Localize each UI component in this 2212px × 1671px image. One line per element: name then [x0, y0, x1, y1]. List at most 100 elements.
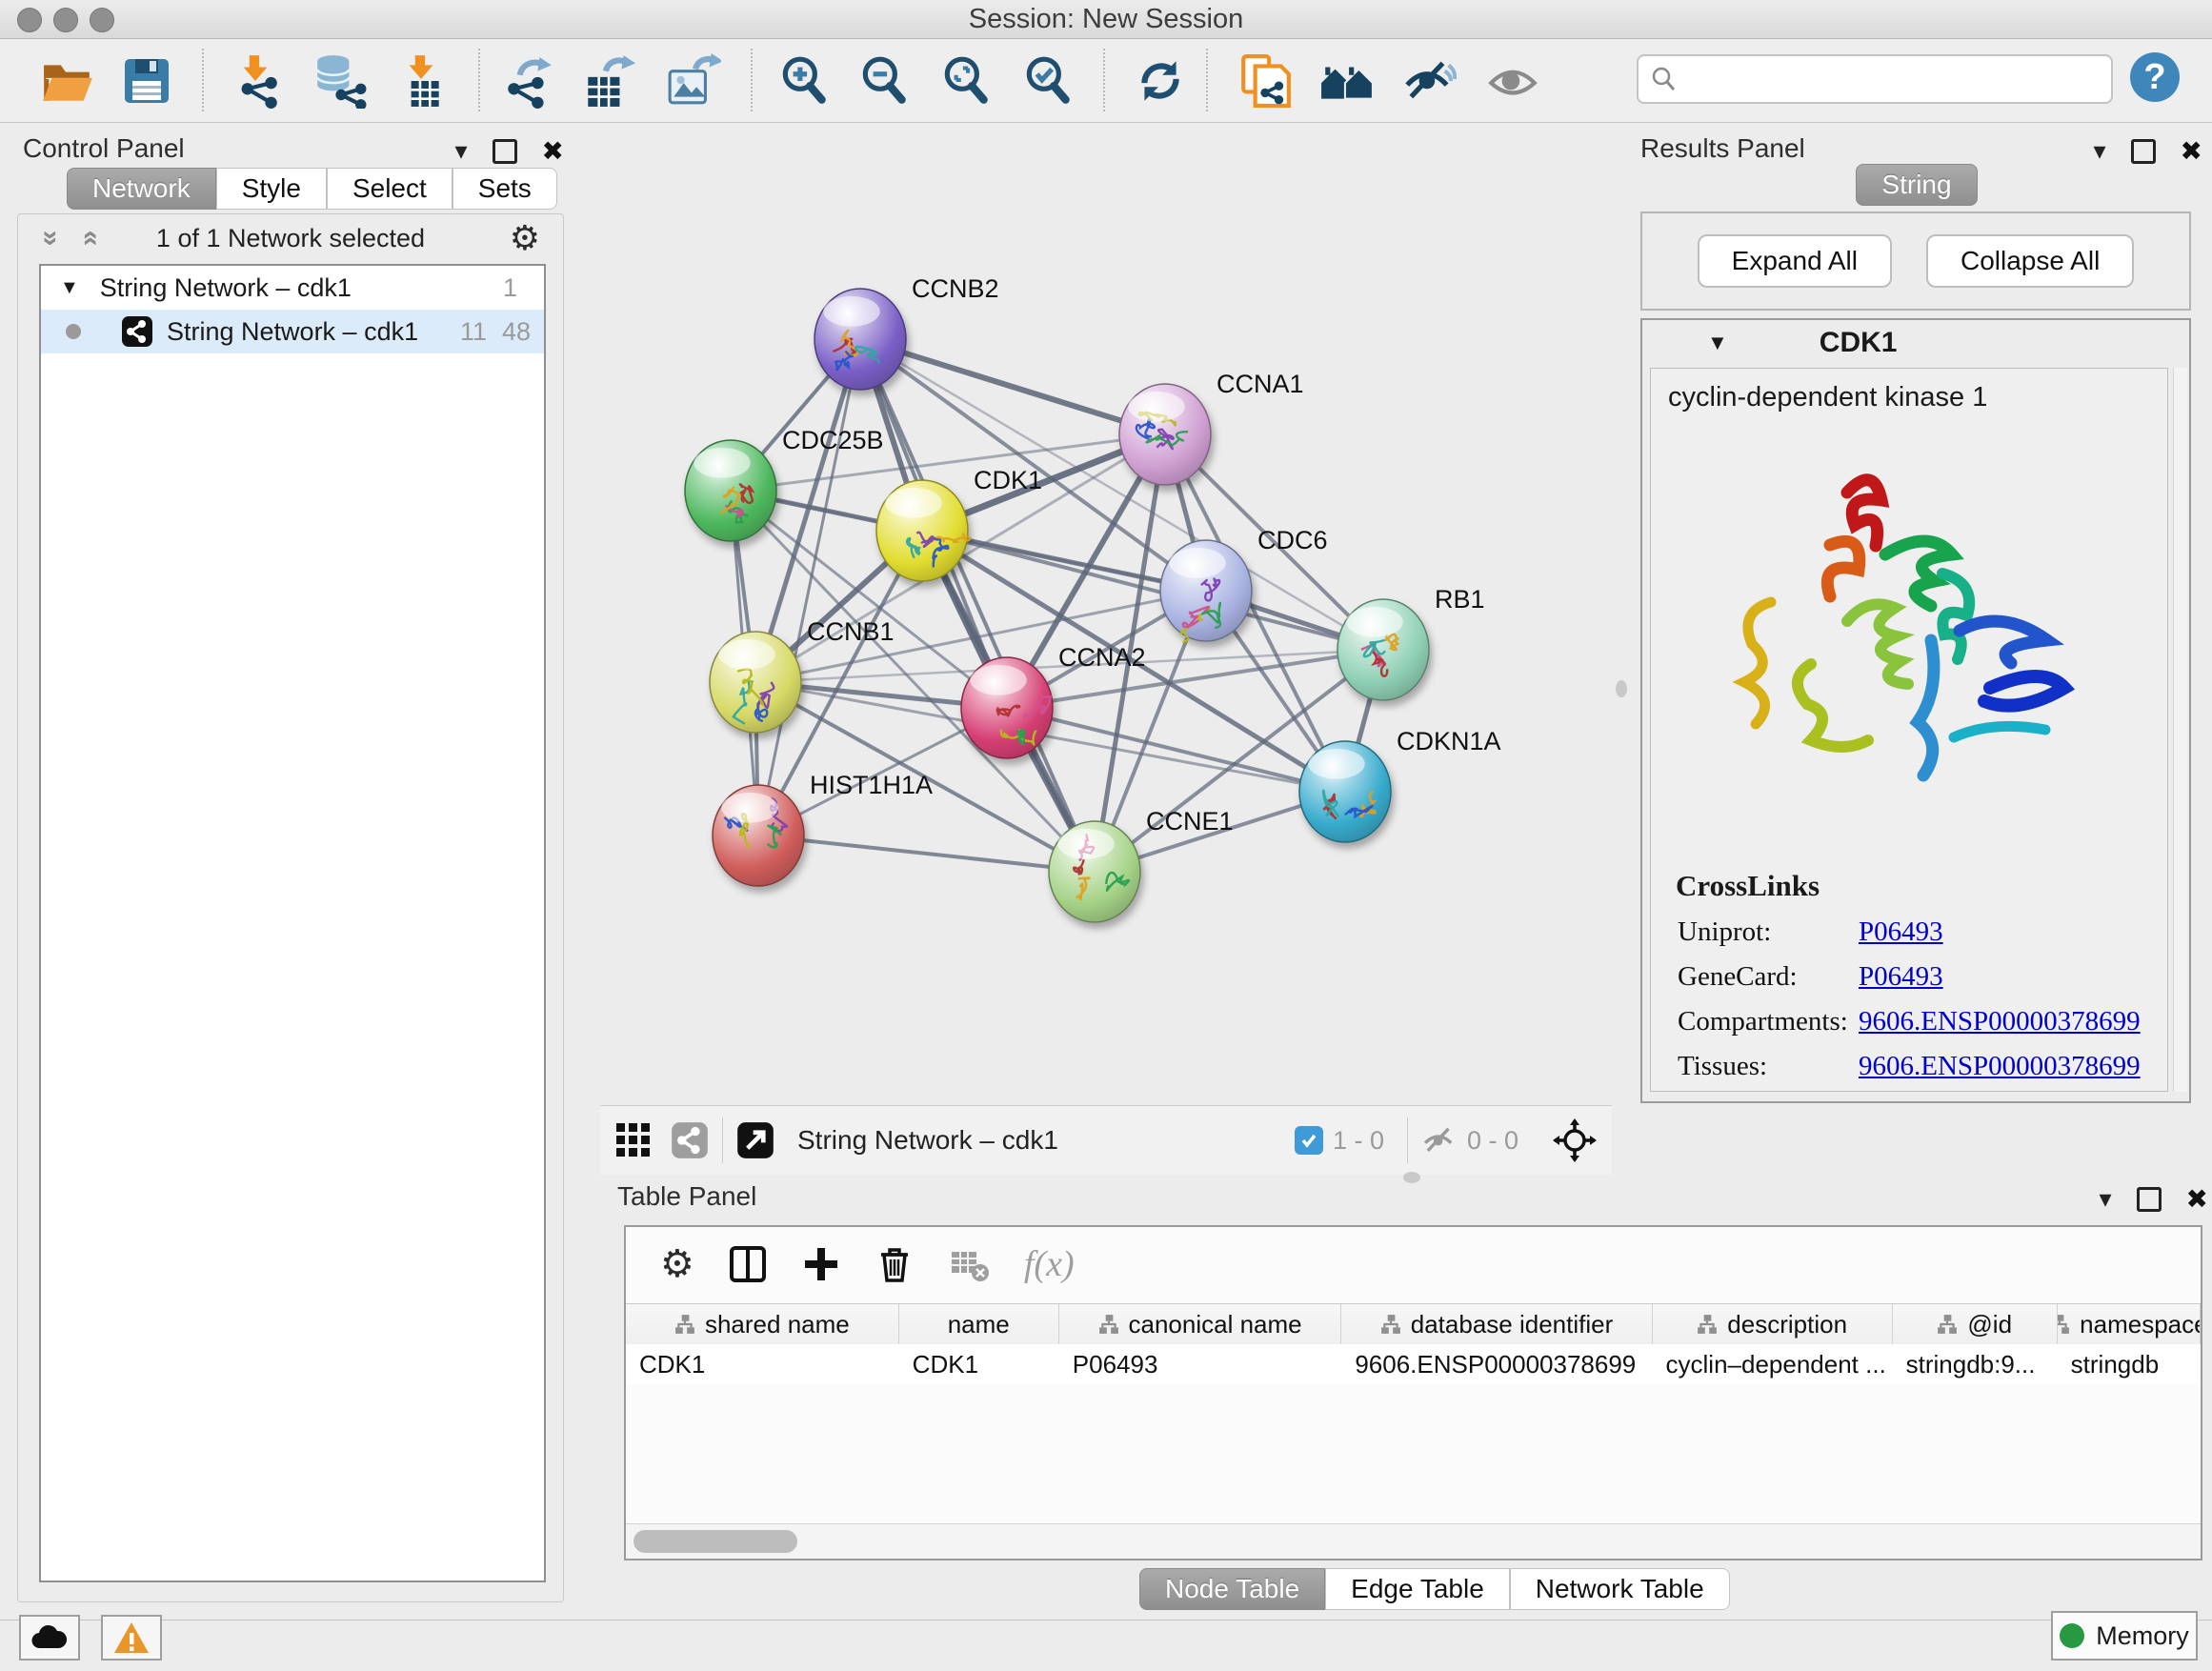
first-neighbors-button[interactable]	[1317, 50, 1377, 111]
column-header-database-identifier[interactable]: database identifier	[1341, 1304, 1652, 1344]
help-button[interactable]: ?	[2130, 52, 2180, 102]
tab-string[interactable]: String	[1856, 164, 1977, 206]
panel-float-icon[interactable]	[2131, 139, 2156, 164]
tab-sets[interactable]: Sets	[452, 168, 557, 210]
tab-edge-table[interactable]: Edge Table	[1325, 1568, 1510, 1610]
tab-select[interactable]: Select	[327, 168, 452, 210]
open-session-button[interactable]	[36, 50, 97, 111]
collapse-all-button[interactable]: Collapse All	[1926, 234, 2134, 288]
tab-network-table[interactable]: Network Table	[1510, 1568, 1730, 1610]
crosslink-link[interactable]: 9606.ENSP00000378699	[1859, 1051, 2141, 1082]
column-header-label: @id	[1967, 1310, 2012, 1339]
network-selection-summary: 1 of 1 Network selected	[18, 224, 563, 253]
hidden-eye-slash-icon	[1421, 1122, 1458, 1158]
network-node-CCNB1[interactable]: CCNB1	[710, 617, 895, 733]
node-gloss-highlight	[718, 639, 775, 670]
save-session-button[interactable]	[116, 50, 177, 111]
import-table-file-button[interactable]	[391, 50, 452, 111]
network-node-label: CDKN1A	[1397, 727, 1501, 755]
column-header-name[interactable]: name	[899, 1304, 1059, 1344]
tab-style[interactable]: Style	[216, 168, 327, 210]
zoom-fit-content-button[interactable]	[935, 50, 996, 111]
entry-collapse-icon[interactable]: ▼	[1707, 331, 1728, 355]
export-network-icon	[500, 53, 555, 109]
refresh-view-button[interactable]	[1130, 50, 1191, 111]
table-cell[interactable]: CDK1	[626, 1344, 899, 1384]
control-panel: Control Panel ▾ ✖ Network Style Select S…	[8, 133, 572, 1608]
panel-collapse-icon[interactable]: ▾	[2093, 136, 2105, 166]
network-edge-HIST1H1A-CCNE1[interactable]	[758, 836, 1095, 872]
network-row-selected[interactable]: String Network – cdk1 11 48	[41, 310, 544, 353]
network-node-HIST1H1A[interactable]: HIST1H1A	[713, 771, 933, 886]
column-header-label: database identifier	[1411, 1310, 1613, 1339]
panel-close-icon[interactable]: ✖	[2186, 1183, 2208, 1215]
show-all-button[interactable]	[1482, 50, 1543, 111]
tab-node-table[interactable]: Node Table	[1139, 1568, 1325, 1610]
network-edge-CCNB2-HIST1H1A[interactable]	[758, 339, 860, 836]
table-cell[interactable]: CDK1	[899, 1344, 1059, 1384]
network-canvas[interactable]: CCNB2CCNA1CDC25BCDK1CDC6RB1CCNB1CCNA2CDK…	[600, 122, 1612, 1105]
network-node-CDKN1A[interactable]: CDKN1A	[1299, 727, 1501, 842]
export-table-button[interactable]	[577, 50, 638, 111]
column-header-description[interactable]: description	[1653, 1304, 1893, 1344]
export-table-icon	[580, 53, 635, 109]
search-input[interactable]	[1677, 64, 2100, 95]
network-node-CCNA1[interactable]: CCNA1	[1119, 370, 1304, 485]
scrollbar-thumb[interactable]	[633, 1530, 797, 1553]
tab-network[interactable]: Network	[67, 168, 216, 210]
selected-checkbox-icon[interactable]	[1295, 1126, 1323, 1155]
show-columns-icon[interactable]	[727, 1243, 769, 1285]
table-horizontal-scrollbar[interactable]	[626, 1523, 2201, 1559]
export-image-button[interactable]	[663, 50, 724, 111]
network-node-CCNE1[interactable]: CCNE1	[1049, 807, 1234, 922]
panel-close-icon[interactable]: ✖	[542, 135, 564, 167]
memory-button[interactable]: Memory	[2051, 1611, 2198, 1661]
app-window: Session: New Session	[0, 0, 2212, 1671]
table-cell[interactable]: P06493	[1059, 1344, 1342, 1384]
network-node-RB1[interactable]: RB1	[1337, 585, 1485, 700]
table-cell[interactable]: stringdb:9...	[1893, 1344, 2058, 1384]
column-header-@id[interactable]: @id	[1893, 1304, 2058, 1344]
panel-float-icon[interactable]	[493, 139, 517, 164]
zoom-out-button[interactable]	[854, 50, 915, 111]
new-network-from-selection-button[interactable]	[1235, 50, 1296, 111]
table-cell[interactable]: stringdb	[2058, 1344, 2201, 1384]
crosslink-link[interactable]: 9606.ENSP00000378699	[1859, 1006, 2141, 1037]
import-network-database-button[interactable]	[309, 50, 370, 111]
panel-close-icon[interactable]: ✖	[2181, 135, 2202, 167]
function-builder-icon: f(x)	[1024, 1243, 1075, 1285]
zoom-selected-button[interactable]	[1017, 50, 1078, 111]
crosslink-link[interactable]: P06493	[1859, 961, 1943, 993]
import-network-file-button[interactable]	[225, 50, 286, 111]
panel-collapse-icon[interactable]: ▾	[2099, 1184, 2111, 1214]
table-options-gear-icon[interactable]: ⚙	[660, 1242, 694, 1286]
network-edge-CCNB2-CCNA1[interactable]	[860, 339, 1165, 434]
results-scrollbar[interactable]	[2173, 368, 2187, 1092]
crosslink-link[interactable]: P06493	[1859, 916, 1943, 948]
delete-column-icon[interactable]	[874, 1243, 915, 1285]
crosslinks-title: CrossLinks	[1676, 869, 2167, 903]
export-network-button[interactable]	[497, 50, 558, 111]
panel-float-icon[interactable]	[2137, 1187, 2162, 1212]
cloud-button[interactable]	[19, 1615, 80, 1661]
table-data-row[interactable]: CDK1CDK1P064939606.ENSP00000378699cyclin…	[626, 1344, 2201, 1384]
pan-crosshair-icon[interactable]	[1553, 1118, 1597, 1162]
birds-eye-view-icon[interactable]	[613, 1120, 654, 1160]
network-options-gear-icon[interactable]: ⚙	[510, 218, 540, 258]
add-column-icon[interactable]	[801, 1244, 841, 1284]
table-cell[interactable]: 9606.ENSP00000378699	[1341, 1344, 1652, 1384]
crosslink-row: GeneCard: P06493	[1678, 961, 2167, 993]
hide-selected-button[interactable]	[1398, 50, 1459, 111]
expand-all-button[interactable]: Expand All	[1698, 234, 1892, 288]
column-header-canonical-name[interactable]: canonical name	[1059, 1304, 1342, 1344]
warnings-button[interactable]	[101, 1615, 162, 1661]
node-gloss-highlight	[694, 448, 751, 478]
column-header-shared-name[interactable]: shared name	[626, 1304, 899, 1344]
zoom-in-button[interactable]	[774, 50, 835, 111]
table-cell[interactable]: cyclin–dependent ...	[1653, 1344, 1893, 1384]
panel-collapse-icon[interactable]: ▾	[454, 136, 467, 166]
tree-expand-icon[interactable]: ▼	[60, 277, 79, 299]
network-collection-row[interactable]: ▼ String Network – cdk1 1	[41, 266, 544, 310]
column-header-namespace[interactable]: namespace	[2058, 1304, 2201, 1344]
detach-view-icon[interactable]	[736, 1121, 774, 1159]
